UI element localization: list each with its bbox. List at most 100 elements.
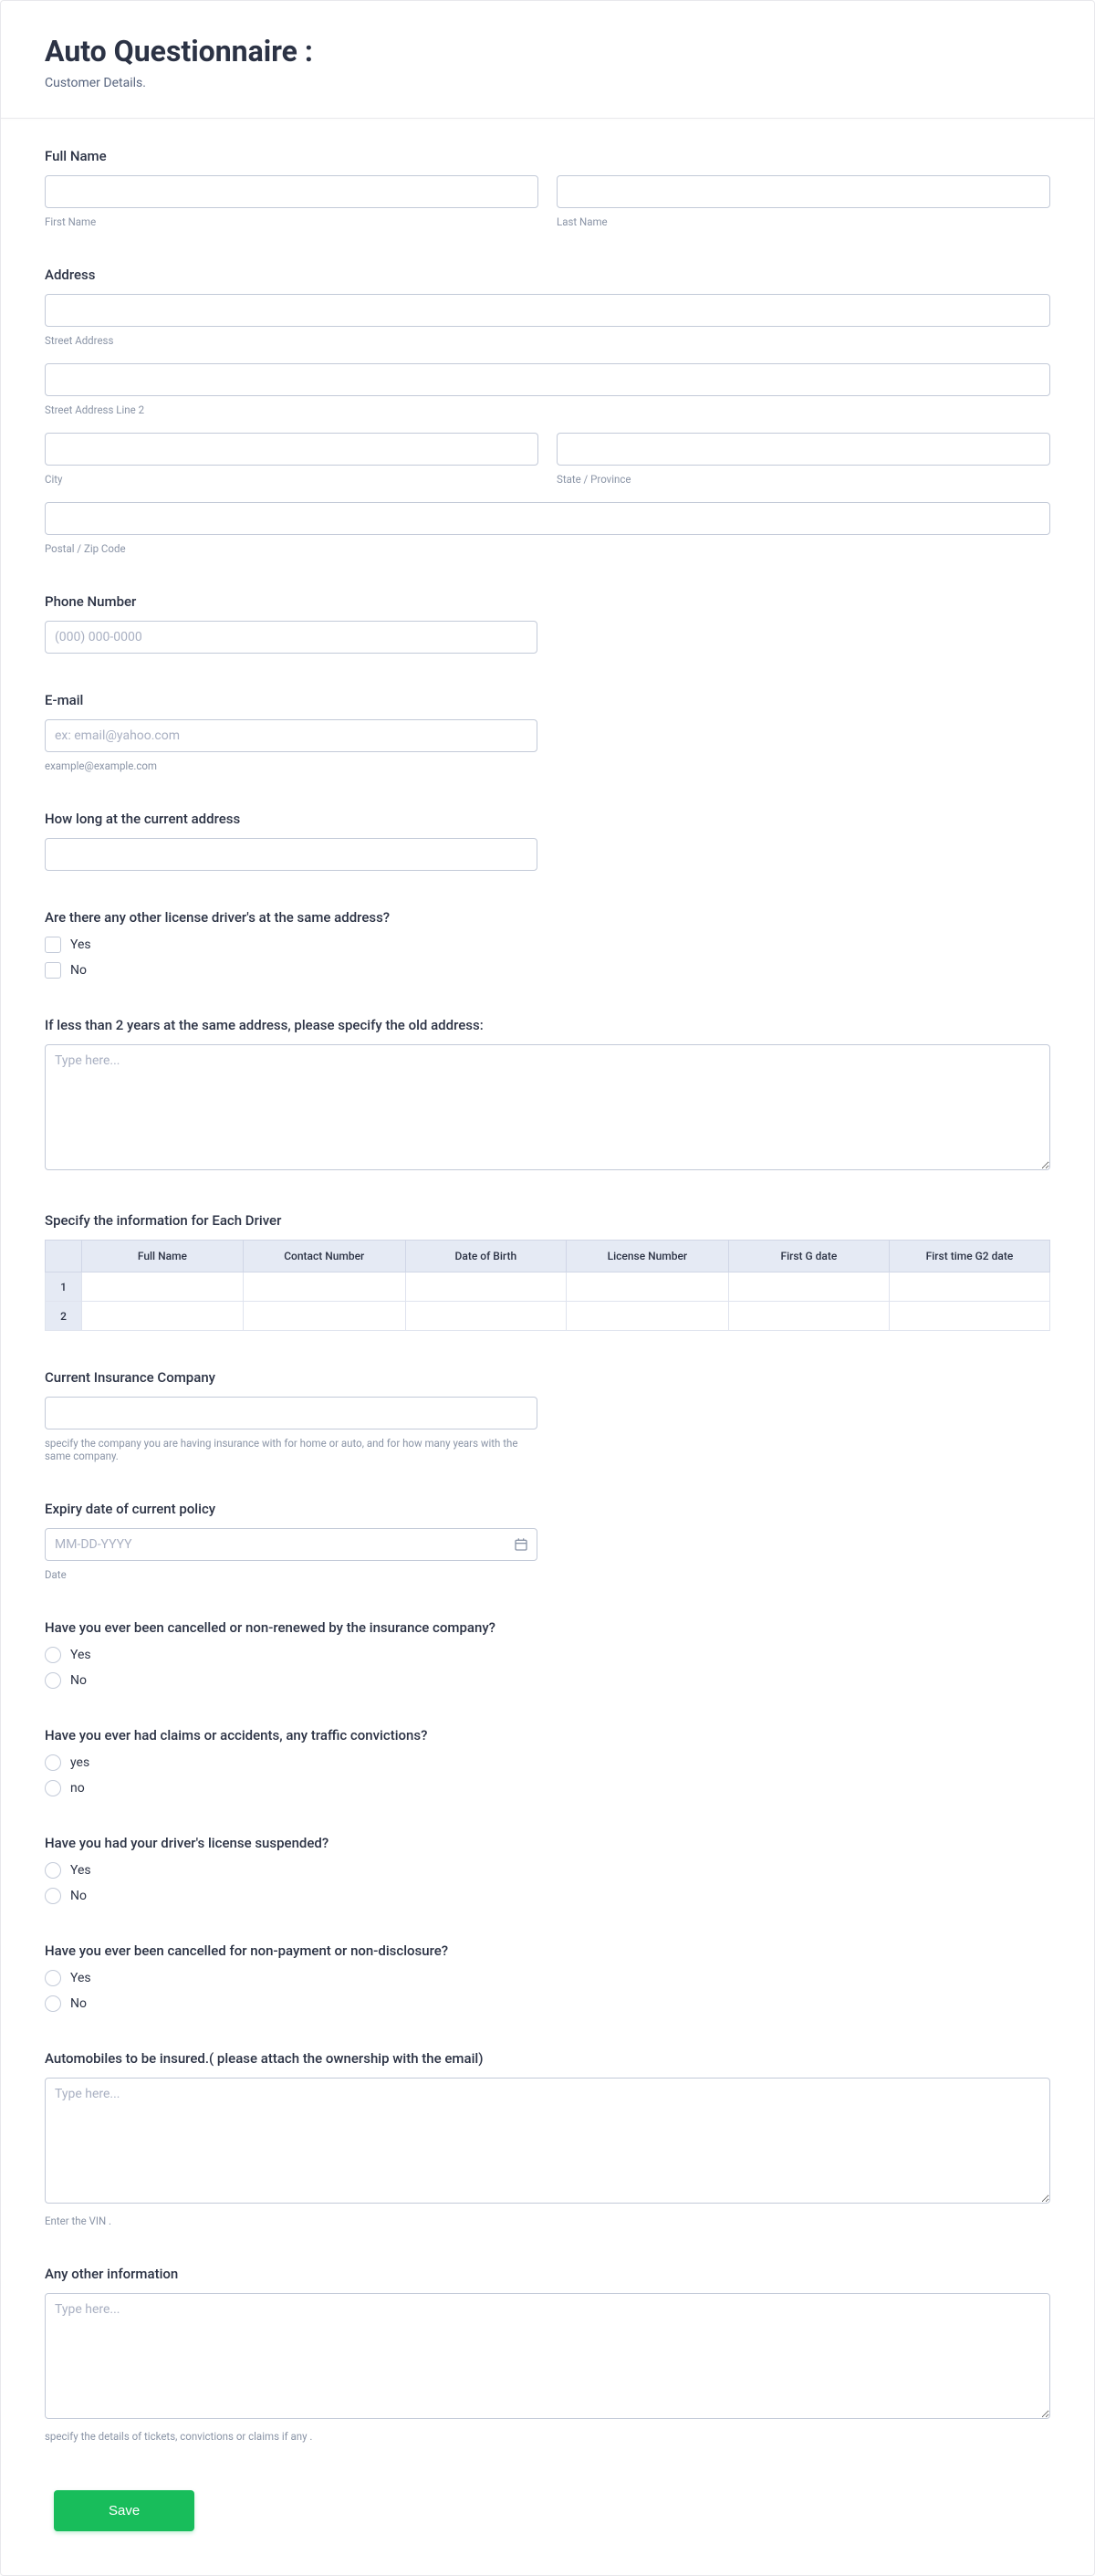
other-info-label: Any other information [45, 2266, 1050, 2282]
full-name-label: Full Name [45, 148, 1050, 164]
suspended-no-label: No [70, 1889, 87, 1903]
other-drivers-label: Are there any other license driver's at … [45, 909, 1050, 926]
expiry-date-sublabel: Date [45, 1568, 537, 1581]
nonpayment-yes-radio[interactable] [45, 1970, 61, 1986]
other-drivers-yes-checkbox[interactable] [45, 937, 61, 953]
expiry-date-input[interactable] [45, 1528, 537, 1561]
nonpayment-no-label: No [70, 1996, 87, 2011]
street-address-sublabel: Street Address [45, 334, 1050, 347]
email-label: E-mail [45, 692, 1050, 708]
state-sublabel: State / Province [557, 473, 1050, 486]
expiry-date-label: Expiry date of current policy [45, 1501, 1050, 1517]
driver-1-g2date[interactable] [890, 1272, 1049, 1301]
field-claims: Have you ever had claims or accidents, a… [45, 1727, 1050, 1796]
first-name-sublabel: First Name [45, 215, 538, 228]
cancelled-no-radio[interactable] [45, 1672, 61, 1689]
cancelled-yes-radio[interactable] [45, 1647, 61, 1663]
field-phone: Phone Number [45, 593, 1050, 654]
form-subtitle: Customer Details. [45, 76, 1050, 90]
address-label: Address [45, 267, 1050, 283]
field-other-info: Any other information specify the detail… [45, 2266, 1050, 2443]
driver-1-license[interactable] [567, 1272, 728, 1301]
field-how-long: How long at the current address [45, 811, 1050, 871]
driver-2-contact[interactable] [244, 1302, 405, 1330]
state-input[interactable] [557, 433, 1050, 466]
driver-col-fullname: Full Name [82, 1241, 244, 1272]
city-sublabel: City [45, 473, 538, 486]
suspended-yes-label: Yes [70, 1863, 91, 1878]
autos-textarea[interactable] [45, 2078, 1050, 2204]
form-container: Auto Questionnaire : Customer Details. F… [0, 0, 1095, 2576]
last-name-sublabel: Last Name [557, 215, 1050, 228]
driver-2-dob[interactable] [406, 1302, 566, 1330]
driver-2-gdate[interactable] [729, 1302, 889, 1330]
how-long-input[interactable] [45, 838, 537, 871]
save-button[interactable]: Save [54, 2490, 194, 2531]
phone-input[interactable] [45, 621, 537, 654]
driver-1-fullname[interactable] [82, 1272, 243, 1301]
field-cancelled: Have you ever been cancelled or non-rene… [45, 1619, 1050, 1689]
city-input[interactable] [45, 433, 538, 466]
first-name-input[interactable] [45, 175, 538, 208]
field-full-name: Full Name First Name Last Name [45, 148, 1050, 228]
driver-col-g2date: First time G2 date [889, 1241, 1049, 1272]
street-address2-input[interactable] [45, 363, 1050, 396]
form-title: Auto Questionnaire : [45, 34, 1050, 68]
driver-2-fullname[interactable] [82, 1302, 243, 1330]
email-sublabel: example@example.com [45, 759, 537, 772]
driver-table: Full Name Contact Number Date of Birth L… [45, 1240, 1050, 1331]
autos-sublabel: Enter the VIN . [45, 2215, 1050, 2227]
field-old-address: If less than 2 years at the same address… [45, 1017, 1050, 1174]
cancelled-no-label: No [70, 1673, 87, 1688]
claims-no-radio[interactable] [45, 1780, 61, 1796]
postal-input[interactable] [45, 502, 1050, 535]
field-email: E-mail example@example.com [45, 692, 1050, 772]
claims-yes-radio[interactable] [45, 1754, 61, 1771]
field-autos: Automobiles to be insured.( please attac… [45, 2050, 1050, 2227]
driver-1-dob[interactable] [406, 1272, 566, 1301]
claims-yes-label: yes [70, 1755, 89, 1770]
suspended-label: Have you had your driver's license suspe… [45, 1835, 1050, 1851]
driver-2-license[interactable] [567, 1302, 728, 1330]
insurance-company-label: Current Insurance Company [45, 1369, 1050, 1386]
cancelled-label: Have you ever been cancelled or non-rene… [45, 1619, 1050, 1636]
driver-table-label: Specify the information for Each Driver [45, 1212, 1050, 1229]
other-info-textarea[interactable] [45, 2293, 1050, 2419]
street-address-input[interactable] [45, 294, 1050, 327]
nonpayment-yes-label: Yes [70, 1971, 91, 1985]
email-input[interactable] [45, 719, 537, 752]
form-header: Auto Questionnaire : Customer Details. [1, 1, 1094, 119]
cancelled-yes-label: Yes [70, 1648, 91, 1662]
driver-col-contact: Contact Number [243, 1241, 405, 1272]
phone-label: Phone Number [45, 593, 1050, 610]
claims-no-label: no [70, 1781, 85, 1796]
street-address2-sublabel: Street Address Line 2 [45, 403, 1050, 416]
field-expiry-date: Expiry date of current policy Date [45, 1501, 1050, 1581]
driver-table-corner [46, 1241, 82, 1272]
other-drivers-no-label: No [70, 963, 87, 978]
driver-1-gdate[interactable] [729, 1272, 889, 1301]
insurance-company-input[interactable] [45, 1397, 537, 1429]
old-address-textarea[interactable] [45, 1044, 1050, 1170]
suspended-no-radio[interactable] [45, 1888, 61, 1904]
driver-col-gdate: First G date [728, 1241, 889, 1272]
old-address-label: If less than 2 years at the same address… [45, 1017, 1050, 1033]
suspended-yes-radio[interactable] [45, 1862, 61, 1879]
field-address: Address Street Address Street Address Li… [45, 267, 1050, 555]
nonpayment-no-radio[interactable] [45, 1995, 61, 2012]
field-suspended: Have you had your driver's license suspe… [45, 1835, 1050, 1904]
insurance-company-sublabel: specify the company you are having insur… [45, 1437, 537, 1462]
other-info-sublabel: specify the details of tickets, convicti… [45, 2430, 1050, 2443]
field-insurance-company: Current Insurance Company specify the co… [45, 1369, 1050, 1462]
claims-label: Have you ever had claims or accidents, a… [45, 1727, 1050, 1744]
driver-col-dob: Date of Birth [405, 1241, 566, 1272]
driver-2-g2date[interactable] [890, 1302, 1049, 1330]
driver-col-license: License Number [566, 1241, 728, 1272]
field-driver-table: Specify the information for Each Driver … [45, 1212, 1050, 1331]
driver-1-contact[interactable] [244, 1272, 405, 1301]
autos-label: Automobiles to be insured.( please attac… [45, 2050, 1050, 2067]
other-drivers-no-checkbox[interactable] [45, 962, 61, 979]
last-name-input[interactable] [557, 175, 1050, 208]
postal-sublabel: Postal / Zip Code [45, 542, 1050, 555]
row-1-num: 1 [46, 1272, 82, 1302]
